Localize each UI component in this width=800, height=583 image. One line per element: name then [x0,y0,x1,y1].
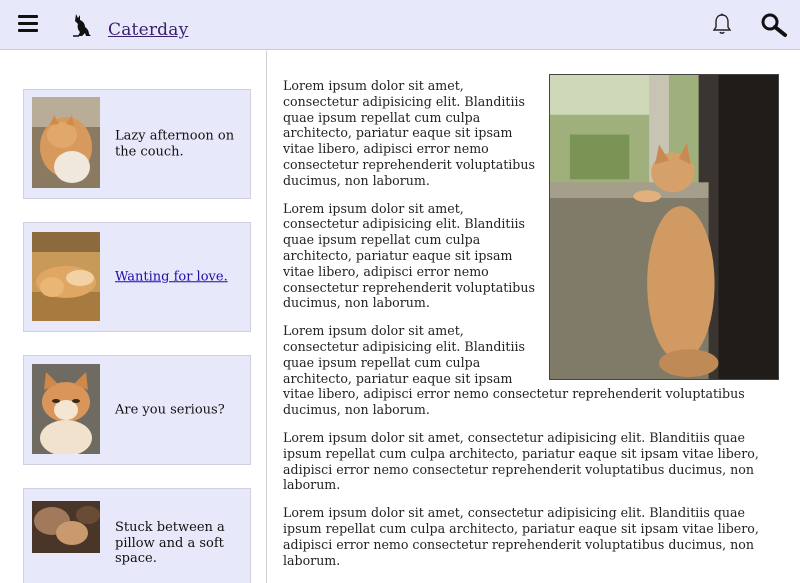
cat-logo-icon[interactable] [70,12,94,38]
article-body: Lorem ipsum dolor sit amet, consectetur … [283,74,779,580]
search-icon[interactable] [760,12,788,38]
card-caption: Stuck between a pillow and a soft space. [115,519,225,566]
cat-thumbnail-image [32,97,100,188]
cat-thumbnail-image [32,501,100,553]
card-caption-link[interactable]: Wanting for love. [115,269,240,285]
cat-thumbnail-image [32,364,100,454]
sidebar-card[interactable]: Wanting for love. [23,222,251,332]
article-paragraph: Lorem ipsum dolor sit amet, consectetur … [283,429,759,493]
card-caption: Lazy afternoon on the couch. [115,128,235,160]
site-title-link[interactable]: Caterday [108,20,188,40]
sidebar-card[interactable]: Stuck between a pillow and a soft space. [23,488,251,583]
top-app-bar: Caterday [0,0,800,50]
bell-icon[interactable] [712,13,732,35]
cat-at-window-image [549,74,779,380]
sidebar-card[interactable]: Are you serious? [23,355,251,465]
card-caption: Are you serious? [115,402,225,418]
sidebar: Lazy afternoon on the couch. Wanting for… [0,51,267,583]
article-paragraph: Lorem ipsum dolor sit amet, consectetur … [283,505,759,568]
sidebar-card[interactable]: Lazy afternoon on the couch. [23,89,251,199]
hamburger-menu-icon[interactable] [18,15,38,33]
cat-thumbnail-image [32,232,100,321]
